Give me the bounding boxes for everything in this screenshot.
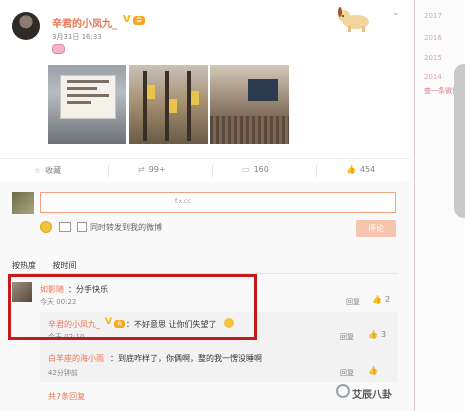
more-replies-link[interactable]: 共7条回复 [48, 391, 85, 402]
my-avatar [12, 192, 34, 214]
tab-sort-time[interactable]: 按时间 [53, 261, 77, 270]
repost-checkbox-label: 同时转发到我的微博 [90, 223, 162, 232]
image-upload-icon[interactable] [59, 222, 71, 232]
watermark-logo-icon [336, 384, 350, 398]
highlight-box [8, 274, 257, 340]
thumbs-up-icon: 👍 [372, 295, 382, 304]
thumbs-up-icon: 👍 [368, 366, 378, 375]
sidebar-photo [454, 64, 465, 218]
post-image-3[interactable] [210, 65, 289, 144]
comment-input[interactable]: f.x.cc [40, 192, 396, 213]
reply-like-button[interactable]: 👍 3 [368, 330, 386, 339]
reply-author-name[interactable]: 白羊座的海小雨 [48, 353, 104, 364]
reply-button[interactable]: 回复 [340, 332, 354, 342]
vip-badge-icon: 会 [133, 16, 145, 25]
reply-like-button[interactable]: 👍 [368, 366, 381, 375]
reply-text: ：到底咋样了，你俩啊，整的我一愣没睡啊 [110, 354, 262, 363]
repost-button[interactable]: ⇄ 99+ [138, 165, 166, 174]
favorite-button[interactable]: ☆ 收藏 [34, 165, 61, 176]
timeline-year[interactable]: 2017 [424, 12, 442, 20]
post-menu-chevron-icon[interactable]: ⌄ [392, 8, 400, 18]
input-hint: f.x.cc [175, 198, 191, 205]
watermark-text: 艾辰八卦 [352, 390, 392, 401]
emoji-icon[interactable] [40, 221, 52, 233]
post-date[interactable]: 3月31日 16:33 [52, 32, 102, 42]
post-image-1[interactable] [48, 65, 126, 144]
repost-checkbox[interactable] [77, 222, 87, 232]
like-count: 454 [359, 165, 376, 174]
post-image-2[interactable] [129, 65, 208, 144]
author-avatar[interactable] [12, 12, 40, 40]
timeline-year[interactable]: 2016 [424, 34, 442, 42]
thumbs-up-icon: 👍 [346, 165, 356, 174]
dog-decoration-icon [338, 7, 369, 32]
comment-like-button[interactable]: 👍 2 [372, 295, 390, 304]
verified-badge-icon: V [123, 14, 131, 25]
star-icon: ☆ [34, 166, 42, 175]
comment-count: 160 [253, 165, 269, 174]
favorite-label: 收藏 [45, 166, 62, 175]
reply-time: 42分钟前 [48, 369, 78, 377]
thumbs-up-icon: 👍 [368, 330, 378, 339]
repost-count: 99+ [148, 165, 166, 174]
reply-like-count: 3 [380, 330, 387, 339]
timeline-year[interactable]: 2015 [424, 54, 442, 62]
author-name[interactable]: 辛君的小凤九_ [52, 15, 117, 30]
comment-button[interactable]: ▭ 160 [242, 165, 269, 174]
tab-sort-hot[interactable]: 按热度 [12, 261, 36, 270]
comment-sort-tabs: 按热度 按时间 [12, 260, 91, 271]
weibo-post-card: 辛君的小凤九_ V 会 3月31日 16:33 ⌄ ☆ 收藏 ⇄ 99+ ▭ 1… [0, 0, 410, 411]
submit-comment-button[interactable]: 评论 [356, 220, 396, 237]
comment-like-count: 2 [384, 295, 391, 304]
sign-board-shape [60, 75, 116, 119]
repost-icon: ⇄ [138, 165, 145, 174]
comment-icon: ▭ [242, 165, 250, 174]
reply-button[interactable]: 回复 [340, 368, 354, 378]
post-action-bar: ☆ 收藏 ⇄ 99+ ▭ 160 👍 454 [0, 158, 410, 183]
timeline-year[interactable]: 2014 [424, 73, 442, 81]
reply-button[interactable]: 回复 [346, 297, 360, 307]
pig-emoji-icon [52, 44, 65, 54]
like-button[interactable]: 👍 454 [346, 165, 375, 174]
